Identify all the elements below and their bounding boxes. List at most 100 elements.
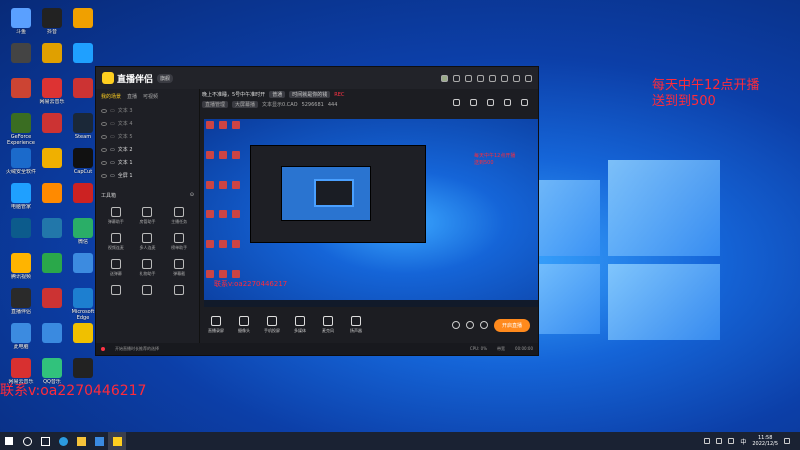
toolbar-item[interactable]: 多媒体 xyxy=(286,316,314,334)
tool-item[interactable]: 主播任务 xyxy=(163,207,195,225)
desktop-icon[interactable] xyxy=(5,78,37,111)
stream-manage-tag[interactable]: 直播管理 xyxy=(202,101,229,108)
desktop-icon[interactable]: 此电脑 xyxy=(5,323,37,356)
eye-icon[interactable] xyxy=(101,108,107,113)
eye-icon[interactable] xyxy=(101,134,107,139)
desktop-icon[interactable] xyxy=(36,288,68,321)
tab-video[interactable]: 可视频 xyxy=(143,93,158,100)
stream-preview[interactable]: 每天中午12点开播 送到500 联系v:oa2270446217 xyxy=(204,119,538,307)
desktop-icon[interactable]: 直播伴侣 xyxy=(5,288,37,321)
desktop-icon[interactable] xyxy=(36,323,68,356)
bell-icon[interactable] xyxy=(504,99,511,106)
menu-icon[interactable] xyxy=(489,74,496,82)
lock-icon[interactable]: ▭ xyxy=(110,160,115,166)
scene-item[interactable]: ▭ 文本 1 xyxy=(96,156,199,169)
tool-item[interactable]: 视频连麦 xyxy=(100,233,132,251)
scene-item[interactable]: ▭ 文本 4 xyxy=(96,117,199,130)
status-message[interactable]: 开始直播时长推荐的选择 xyxy=(115,346,159,352)
tool-item[interactable]: 弹幕助手 xyxy=(100,207,132,225)
big-screen-tag[interactable]: 大屏幕播 xyxy=(232,101,259,108)
desktop-icon[interactable] xyxy=(36,183,68,216)
desktop-icon[interactable] xyxy=(36,253,68,286)
version-badge[interactable]: 旗舰 xyxy=(157,73,174,83)
input-language[interactable]: 中 xyxy=(740,437,746,446)
search-icon[interactable] xyxy=(18,432,36,450)
lock-icon[interactable]: ▭ xyxy=(110,108,115,114)
scene-item[interactable]: ▭ 文本 5 xyxy=(96,130,199,143)
explorer-icon[interactable] xyxy=(72,432,90,450)
maximize-icon[interactable] xyxy=(513,74,520,82)
tool-item[interactable] xyxy=(163,285,195,297)
close-icon[interactable] xyxy=(525,74,532,82)
store-icon[interactable] xyxy=(90,432,108,450)
start-button[interactable] xyxy=(0,432,18,450)
desktop-icon[interactable]: 电脑管家 xyxy=(5,183,37,216)
desktop-icon[interactable] xyxy=(36,148,68,181)
notification-icon[interactable] xyxy=(784,438,790,444)
headset-icon[interactable] xyxy=(453,74,460,82)
stream-category[interactable]: 时间就是你的钱 xyxy=(289,91,331,98)
start-live-button[interactable]: 开启直播 xyxy=(493,318,530,332)
desktop-icon[interactable] xyxy=(5,43,37,76)
toolbar-item[interactable]: 直播录屏 xyxy=(202,316,230,334)
desktop-icon[interactable] xyxy=(67,8,99,41)
lock-icon[interactable]: ▭ xyxy=(110,173,115,179)
title-bar[interactable]: 直播伴侣 旗舰 xyxy=(96,67,538,89)
eye-icon[interactable] xyxy=(101,160,107,165)
settings-gear-icon[interactable] xyxy=(479,321,488,329)
eye-icon[interactable] xyxy=(101,147,107,152)
eye-icon[interactable] xyxy=(101,173,107,178)
desktop-icon[interactable]: 腾讯视频 xyxy=(5,253,37,286)
toolbar-item[interactable]: 手机投屏 xyxy=(258,316,286,334)
tool-item[interactable]: 送弹幕 xyxy=(100,259,132,277)
desktop-icon[interactable] xyxy=(36,43,68,76)
clock[interactable]: 11:58 2022/12/5 xyxy=(752,435,778,447)
toolbar-item[interactable]: 扬声器 xyxy=(342,316,370,334)
live-companion-window[interactable]: 直播伴侣 旗舰 我的场景 直播 可视频 ▭ 文本 3 ▭ 文本 4 ▭ 文本 5 ▭ 文本 2… xyxy=(95,66,539,356)
desktop-icon[interactable] xyxy=(36,113,68,146)
toolbar-item[interactable]: 摄像头 xyxy=(230,316,258,334)
tab-live[interactable]: 直播 xyxy=(127,93,137,100)
desktop-icon[interactable]: GeForce Experience xyxy=(5,113,37,146)
stream-tag[interactable]: 普通 xyxy=(269,91,286,98)
gift-icon[interactable] xyxy=(453,99,460,106)
chevron-up-icon[interactable] xyxy=(704,438,711,444)
tool-item[interactable]: 礼物助手 xyxy=(132,259,164,277)
tool-item[interactable]: 房管助手 xyxy=(132,207,164,225)
gear-icon[interactable] xyxy=(477,74,484,82)
desktop-icon[interactable]: 抖音 xyxy=(36,8,68,41)
tool-item[interactable]: 多人连麦 xyxy=(132,233,164,251)
desktop-icon[interactable]: 斗鱼 xyxy=(5,8,37,41)
toolbar-item[interactable]: 麦克风 xyxy=(314,316,342,334)
lock-icon[interactable] xyxy=(470,99,477,106)
desktop-icon[interactable] xyxy=(5,218,37,251)
share-icon[interactable] xyxy=(521,99,528,106)
avatar[interactable] xyxy=(441,74,448,82)
tool-item[interactable]: 榜单助手 xyxy=(163,233,195,251)
desktop-icon[interactable]: 火绒安全软件 xyxy=(5,148,37,181)
mail-icon[interactable] xyxy=(465,74,472,82)
stream-title[interactable]: 晚上不准睡，5号中午准时开 xyxy=(202,91,265,98)
settings-icon[interactable] xyxy=(487,99,494,106)
lock-icon[interactable]: ▭ xyxy=(110,134,115,140)
scene-item[interactable]: ▭ 全屏 1 xyxy=(96,169,199,182)
task-view-icon[interactable] xyxy=(36,432,54,450)
network-icon[interactable] xyxy=(716,438,723,444)
tool-item[interactable]: 弹幕截 xyxy=(163,259,195,277)
desktop-icon[interactable]: 网易云音乐 xyxy=(36,78,68,111)
eye-icon[interactable] xyxy=(101,121,107,126)
tab-my-scenes[interactable]: 我的场景 xyxy=(101,93,121,100)
camera-toggle-icon[interactable] xyxy=(451,321,460,329)
live-companion-taskbar-icon[interactable] xyxy=(108,432,126,450)
lock-icon[interactable]: ▭ xyxy=(110,147,115,153)
scene-item[interactable]: ▭ 文本 2 xyxy=(96,143,199,156)
scene-item[interactable]: ▭ 文本 3 xyxy=(96,104,199,117)
tool-item[interactable] xyxy=(132,285,164,297)
beauty-icon[interactable] xyxy=(465,321,474,329)
lock-icon[interactable]: ▭ xyxy=(110,121,115,127)
edge-icon[interactable] xyxy=(54,432,72,450)
desktop-icon[interactable] xyxy=(36,218,68,251)
volume-icon[interactable] xyxy=(728,438,735,444)
tool-item[interactable] xyxy=(100,285,132,297)
more-icon[interactable]: ⊙ xyxy=(190,192,194,199)
